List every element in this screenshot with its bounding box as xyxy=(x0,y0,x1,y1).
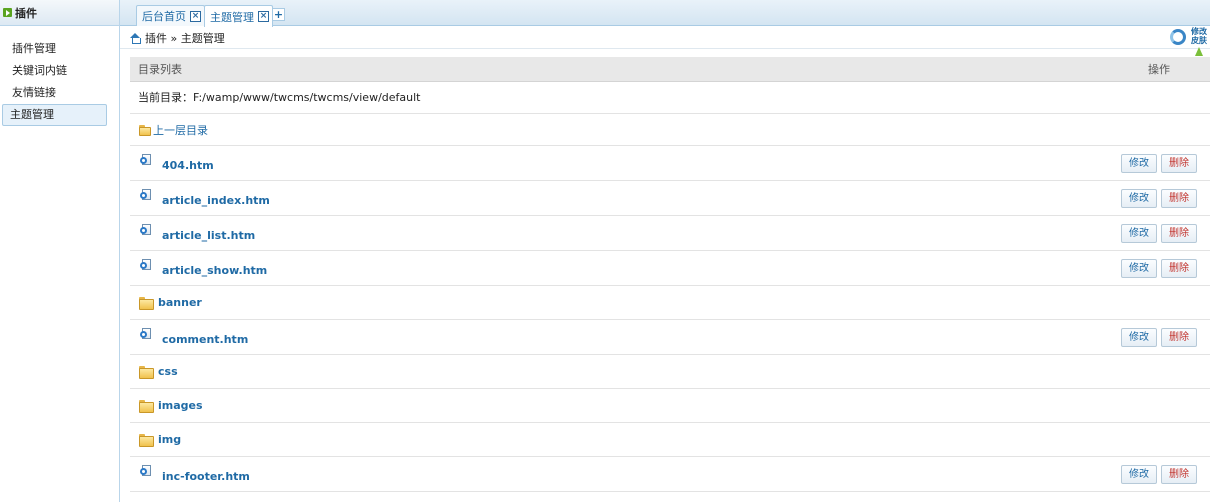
close-icon[interactable]: × xyxy=(190,10,201,22)
tab-theme-manage[interactable]: 主题管理 × xyxy=(204,5,273,27)
table-row: banner xyxy=(130,286,1210,320)
refresh-icon[interactable] xyxy=(1170,29,1186,45)
edit-button[interactable]: 修改 xyxy=(1121,465,1157,484)
delete-button[interactable]: 删除 xyxy=(1161,189,1197,208)
file-name-link[interactable]: article_show.htm xyxy=(162,264,267,277)
arrow-right-icon xyxy=(3,8,12,17)
table-row: 404.htm 修改 删除 xyxy=(130,146,1210,181)
delete-button[interactable]: 删除 xyxy=(1161,224,1197,243)
sidebar-item-keyword-links[interactable]: 关键词内链 xyxy=(2,60,107,82)
sidebar-item-plugin-manage[interactable]: 插件管理 xyxy=(2,38,107,60)
folder-name-link[interactable]: banner xyxy=(158,296,202,309)
tab-home[interactable]: 后台首页 × xyxy=(136,5,205,26)
file-name-link[interactable]: article_list.htm xyxy=(162,229,255,242)
add-tab-button[interactable]: + xyxy=(272,8,285,21)
column-header-name: 目录列表 xyxy=(138,63,182,76)
sidebar-item-theme-manage[interactable]: 主题管理 xyxy=(2,104,107,126)
html-file-icon xyxy=(140,259,152,272)
table-row: images xyxy=(130,389,1210,423)
table-row: article_list.htm 修改 删除 xyxy=(130,216,1210,251)
html-file-icon xyxy=(140,154,152,167)
table-row: img xyxy=(130,423,1210,457)
edit-button[interactable]: 修改 xyxy=(1121,259,1157,278)
html-file-icon xyxy=(140,224,152,237)
folder-name-link[interactable]: css xyxy=(158,365,178,378)
file-table: 目录列表 操作 当前目录：F:/wamp/www/twcms/twcms/vie… xyxy=(130,57,1210,492)
home-icon[interactable] xyxy=(130,32,141,44)
delete-button[interactable]: 删除 xyxy=(1161,154,1197,173)
column-header-actions: 操作 xyxy=(1148,63,1170,76)
table-row: inc-footer.htm 修改 删除 xyxy=(130,457,1210,492)
folder-icon xyxy=(139,366,154,379)
tab-label: 后台首页 xyxy=(142,10,186,23)
edit-skin-button[interactable]: 修改 皮肤 xyxy=(1190,27,1208,57)
folder-icon xyxy=(139,434,154,447)
table-row: css xyxy=(130,355,1210,389)
html-file-icon xyxy=(140,328,152,341)
delete-button[interactable]: 删除 xyxy=(1161,259,1197,278)
breadcrumb: 插件 » 主题管理 xyxy=(120,27,1210,49)
edit-button[interactable]: 修改 xyxy=(1121,328,1157,347)
edit-button[interactable]: 修改 xyxy=(1121,224,1157,243)
html-file-icon xyxy=(140,465,152,478)
file-name-link[interactable]: inc-footer.htm xyxy=(162,470,250,483)
table-header: 目录列表 操作 xyxy=(130,57,1210,82)
table-row: article_show.htm 修改 删除 xyxy=(130,251,1210,286)
folder-icon xyxy=(139,125,151,136)
breadcrumb-text: 插件 » 主题管理 xyxy=(145,31,225,45)
file-name-link[interactable]: comment.htm xyxy=(162,333,248,346)
folder-name-link[interactable]: images xyxy=(158,399,203,412)
close-icon[interactable]: × xyxy=(258,11,269,22)
sidebar-header: 插件 xyxy=(0,0,119,26)
folder-icon xyxy=(139,297,154,310)
tab-label: 主题管理 xyxy=(210,10,254,24)
sidebar: 插件 插件管理 关键词内链 友情链接 主题管理 xyxy=(0,0,120,502)
delete-button[interactable]: 删除 xyxy=(1161,328,1197,347)
file-name-link[interactable]: article_index.htm xyxy=(162,194,270,207)
delete-button[interactable]: 删除 xyxy=(1161,465,1197,484)
table-row: article_index.htm 修改 删除 xyxy=(130,181,1210,216)
sidebar-item-friend-links[interactable]: 友情链接 xyxy=(2,82,107,104)
table-row: comment.htm 修改 删除 xyxy=(130,320,1210,355)
file-name-link[interactable]: 404.htm xyxy=(162,159,214,172)
tab-bar: 后台首页 × 主题管理 × + xyxy=(120,0,1210,27)
edit-button[interactable]: 修改 xyxy=(1121,154,1157,173)
html-file-icon xyxy=(140,189,152,202)
parent-directory-link[interactable]: 上一层目录 xyxy=(130,114,1210,146)
sidebar-title: 插件 xyxy=(15,6,37,20)
leaf-icon xyxy=(1195,47,1203,56)
current-directory: 当前目录：F:/wamp/www/twcms/twcms/view/defaul… xyxy=(130,82,1210,114)
edit-button[interactable]: 修改 xyxy=(1121,189,1157,208)
sidebar-menu: 插件管理 关键词内链 友情链接 主题管理 xyxy=(0,38,119,126)
folder-name-link[interactable]: img xyxy=(158,433,181,446)
folder-icon xyxy=(139,400,154,413)
